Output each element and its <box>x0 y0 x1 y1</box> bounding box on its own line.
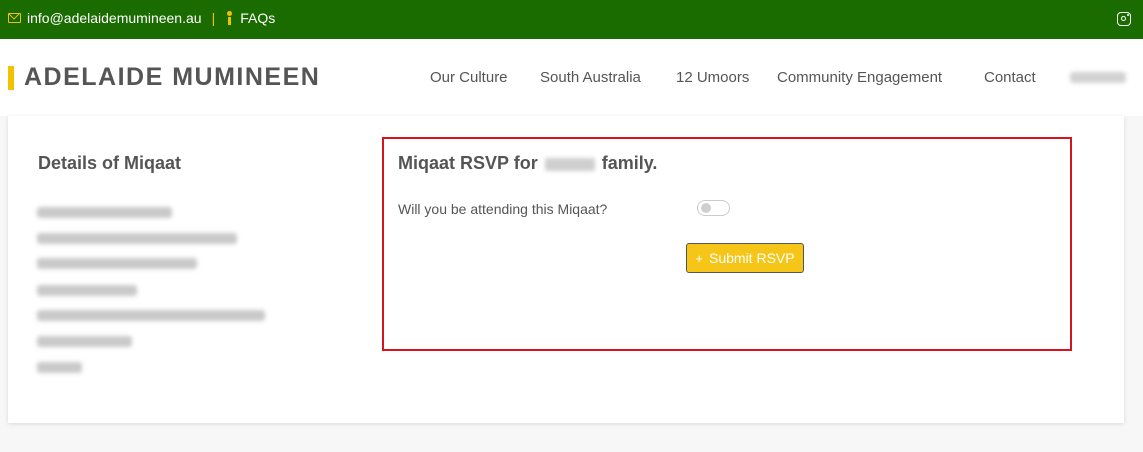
details-line-redacted <box>37 362 82 373</box>
family-name-redacted <box>544 157 595 171</box>
submit-rsvp-button[interactable]: + Submit RSVP <box>686 243 804 273</box>
nav-user-redacted[interactable] <box>1070 72 1126 83</box>
site-header: ADELAIDE MUMINEEN Our Culture South Aust… <box>0 39 1143 116</box>
instagram-icon[interactable] <box>1117 12 1131 26</box>
attendance-toggle[interactable] <box>697 200 730 216</box>
top-bar: info@adelaidemumineen.au | FAQs <box>0 0 1143 39</box>
details-line-redacted <box>37 336 132 347</box>
nav-contact[interactable]: Contact <box>984 69 1036 86</box>
nav-our-culture[interactable]: Our Culture <box>430 69 508 86</box>
email-link[interactable]: info@adelaidemumineen.au <box>27 10 202 26</box>
details-line-redacted <box>37 310 265 321</box>
faqs-link[interactable]: FAQs <box>240 10 275 26</box>
details-line-redacted <box>37 207 172 218</box>
details-title: Details of Miqaat <box>38 153 182 173</box>
submit-rsvp-label: Submit RSVP <box>709 250 795 266</box>
details-line-redacted <box>37 258 197 269</box>
separator: | <box>211 10 216 26</box>
person-icon <box>225 11 234 25</box>
nav-community-engagement[interactable]: Community Engagement <box>777 69 942 86</box>
toggle-knob <box>701 203 711 213</box>
logo-accent-bar <box>8 66 14 90</box>
plus-icon: + <box>695 250 703 266</box>
details-line-redacted <box>37 233 237 244</box>
envelope-icon <box>8 13 21 23</box>
rsvp-title-suffix: family. <box>601 153 658 173</box>
nav-12-umoors[interactable]: 12 Umoors <box>676 69 749 86</box>
rsvp-title-prefix: Miqaat RSVP for <box>398 153 538 173</box>
site-logo[interactable]: ADELAIDE MUMINEEN <box>24 63 320 92</box>
attendance-question: Will you be attending this Miqaat? <box>398 201 608 217</box>
details-line-redacted <box>37 285 137 296</box>
nav-south-australia[interactable]: South Australia <box>540 69 641 86</box>
rsvp-title: Miqaat RSVP for family. <box>398 153 657 174</box>
